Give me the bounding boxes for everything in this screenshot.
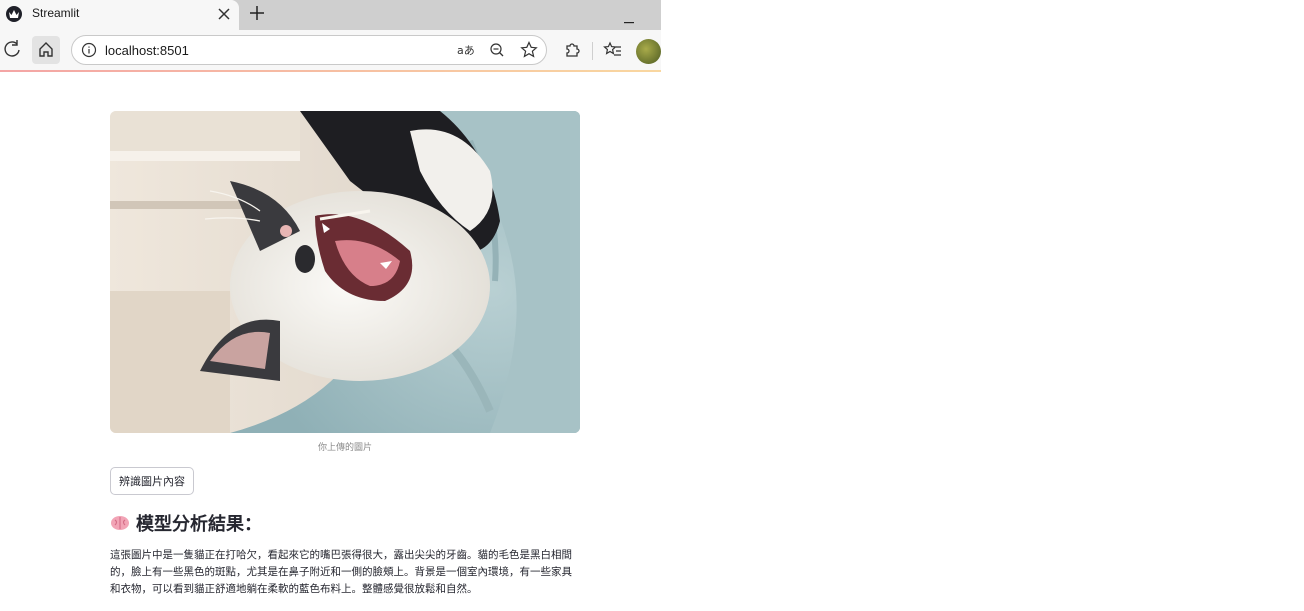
result-heading: 模型分析結果： (110, 510, 580, 536)
result-heading-text: 模型分析結果： (136, 514, 262, 535)
puzzle-icon[interactable] (558, 36, 586, 64)
svg-text:aあ: aあ (457, 44, 475, 57)
minimize-icon[interactable] (622, 9, 636, 24)
favorites-icon[interactable] (599, 36, 627, 64)
home-icon[interactable] (32, 36, 60, 64)
url-text: localhost:8501 (105, 43, 189, 58)
result-text: 這張圖片中是一隻貓正在打哈欠，看起來它的嘴巴張得很大，露出尖尖的牙齒。貓的毛色是… (110, 549, 572, 595)
star-icon[interactable] (520, 41, 538, 63)
streamlit-crown-icon (6, 6, 22, 22)
info-icon[interactable] (81, 42, 97, 62)
avatar[interactable] (636, 39, 661, 64)
tab-title: Streamlit (32, 6, 80, 20)
address-bar[interactable]: localhost:8501 aあ (71, 35, 547, 65)
zoom-out-icon[interactable] (489, 42, 505, 62)
uploaded-image (110, 111, 580, 433)
browser-window: Streamlit localhost:8501 aあ 你上傳的圖片 辨識圖片內… (0, 0, 661, 611)
brain-icon (110, 515, 130, 531)
reload-icon[interactable] (0, 36, 28, 64)
image-caption: 你上傳的圖片 (317, 443, 372, 453)
browser-tab[interactable]: Streamlit (0, 0, 239, 30)
app-main: 你上傳的圖片 辨識圖片內容 模型分析結果： 這張圖片中是一隻貓正在打哈欠，看起來… (110, 111, 580, 598)
read-aloud-icon[interactable]: aあ (456, 42, 476, 62)
tab-strip: Streamlit (0, 0, 661, 30)
loading-bar (0, 70, 661, 72)
analyze-image-button[interactable]: 辨識圖片內容 (110, 467, 194, 495)
toolbar-divider (592, 42, 593, 60)
new-tab-icon[interactable] (248, 4, 266, 22)
close-icon[interactable] (216, 6, 232, 22)
browser-toolbar: localhost:8501 aあ (0, 30, 661, 70)
